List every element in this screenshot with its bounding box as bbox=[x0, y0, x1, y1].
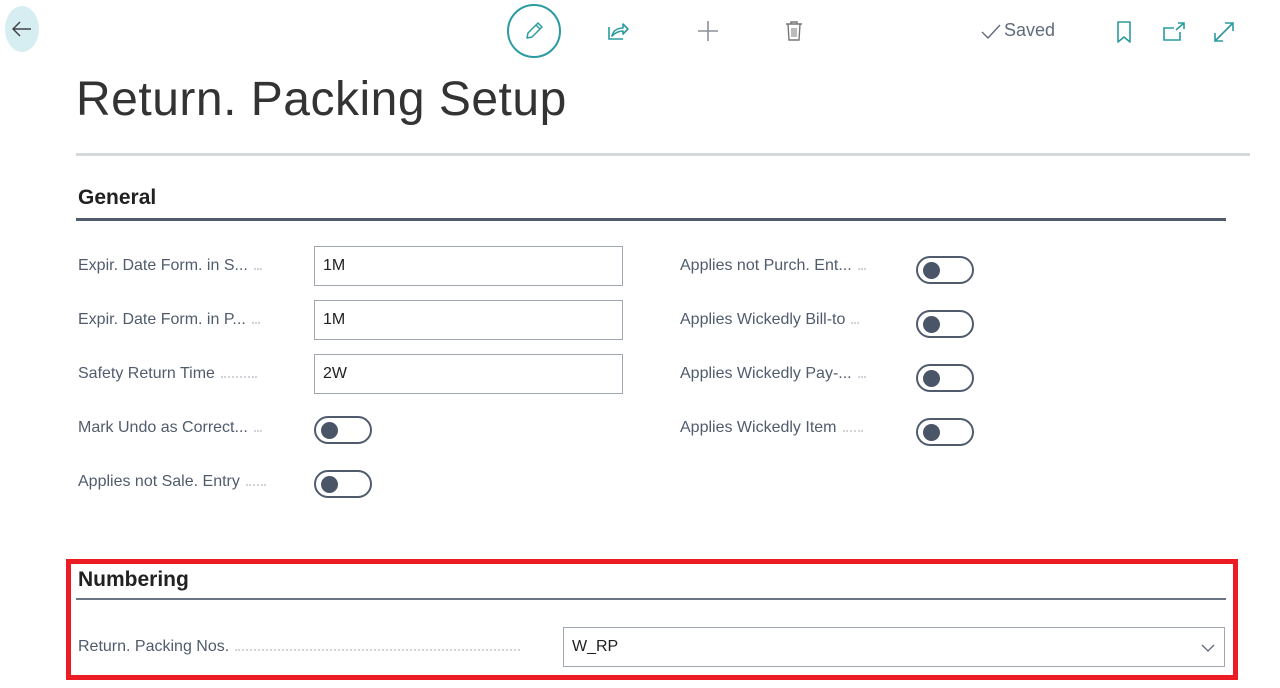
saved-label: Saved bbox=[1004, 20, 1056, 40]
toggle-knob bbox=[923, 262, 940, 279]
field-label-text: Applies not Sale. Entry bbox=[78, 473, 240, 490]
applies-wickedly-item-toggle[interactable] bbox=[916, 418, 974, 446]
bookmark-icon bbox=[1117, 21, 1131, 43]
label-dots bbox=[235, 649, 521, 651]
field-label: Expir. Date Form. in S... bbox=[78, 257, 262, 275]
expir-date-form-s-input[interactable]: 1M bbox=[314, 246, 623, 286]
share-button[interactable] bbox=[605, 18, 631, 44]
label-dots bbox=[857, 376, 866, 378]
applies-wickedly-pay-to-toggle[interactable] bbox=[916, 364, 974, 392]
select-value: W_RP bbox=[572, 638, 619, 655]
plus-icon bbox=[698, 21, 718, 41]
field-label-text: Applies not Purch. Ent... bbox=[680, 257, 852, 274]
label-dots bbox=[251, 322, 260, 324]
back-button[interactable] bbox=[5, 6, 39, 52]
field-label-text: Expir. Date Form. in S... bbox=[78, 257, 248, 274]
label-dots bbox=[245, 484, 266, 486]
applies-not-sale-entry-toggle[interactable] bbox=[314, 470, 372, 498]
share-icon bbox=[608, 23, 629, 40]
field-label: Applies Wickedly Bill-to bbox=[680, 311, 860, 329]
label-dots bbox=[842, 430, 863, 432]
field-label: Expir. Date Form. in P... bbox=[78, 311, 260, 329]
applies-wickedly-bill-to-toggle[interactable] bbox=[916, 310, 974, 338]
section-title-general[interactable]: General bbox=[78, 186, 156, 210]
title-divider bbox=[76, 153, 1250, 156]
edit-button[interactable] bbox=[507, 4, 561, 58]
section-title-numbering[interactable]: Numbering bbox=[78, 568, 189, 592]
label-dots bbox=[253, 268, 262, 270]
field-label: Safety Return Time bbox=[78, 365, 257, 383]
field-label-text: Applies Wickedly Item bbox=[680, 419, 837, 436]
general-section-divider bbox=[76, 218, 1226, 221]
field-label-text: Mark Undo as Correct... bbox=[78, 419, 248, 436]
field-label-text: Return. Packing Nos. bbox=[78, 638, 230, 655]
field-label: Applies not Sale. Entry bbox=[78, 473, 266, 491]
pencil-icon bbox=[526, 22, 543, 39]
field-label: Applies Wickedly Item bbox=[680, 419, 863, 437]
page-title: Return. Packing Setup bbox=[76, 73, 567, 126]
field-label-text: Expir. Date Form. in P... bbox=[78, 311, 246, 328]
expand-icon bbox=[1214, 22, 1234, 42]
toggle-knob bbox=[923, 316, 940, 333]
applies-not-purch-entry-toggle[interactable] bbox=[916, 256, 974, 284]
label-dots bbox=[220, 376, 257, 378]
label-dots bbox=[253, 430, 262, 432]
toggle-knob bbox=[321, 476, 338, 493]
field-label: Mark Undo as Correct... bbox=[78, 419, 262, 437]
arrow-left-icon bbox=[12, 21, 31, 37]
field-label-text: Applies Wickedly Pay-... bbox=[680, 365, 852, 382]
numbering-section-divider bbox=[76, 598, 1226, 600]
chevron-down-icon bbox=[1201, 644, 1215, 652]
field-label: Applies not Purch. Ent... bbox=[680, 257, 866, 275]
field-label: Applies Wickedly Pay-... bbox=[680, 365, 866, 383]
toggle-knob bbox=[923, 370, 940, 387]
expand-button[interactable] bbox=[1210, 18, 1238, 46]
label-dots bbox=[857, 268, 866, 270]
trash-icon bbox=[786, 21, 802, 41]
field-label-text: Safety Return Time bbox=[78, 365, 215, 382]
delete-button[interactable] bbox=[781, 16, 807, 46]
field-label: Return. Packing Nos. bbox=[78, 638, 521, 656]
checkmark-icon bbox=[981, 24, 1001, 39]
saved-status: Saved bbox=[980, 20, 1055, 41]
toggle-knob bbox=[923, 424, 940, 441]
return-packing-nos-select[interactable]: W_RP bbox=[563, 627, 1225, 667]
toggle-knob bbox=[321, 422, 338, 439]
mark-undo-as-correction-toggle[interactable] bbox=[314, 416, 372, 444]
safety-return-time-input[interactable]: 2W bbox=[314, 354, 623, 394]
expir-date-form-p-input[interactable]: 1M bbox=[314, 300, 623, 340]
open-in-new-window-button[interactable] bbox=[1160, 18, 1188, 46]
new-button[interactable] bbox=[694, 17, 722, 45]
label-dots bbox=[851, 322, 860, 324]
field-label-text: Applies Wickedly Bill-to bbox=[680, 311, 846, 328]
bookmark-button[interactable] bbox=[1112, 18, 1136, 46]
open-in-new-window-icon bbox=[1163, 22, 1185, 41]
